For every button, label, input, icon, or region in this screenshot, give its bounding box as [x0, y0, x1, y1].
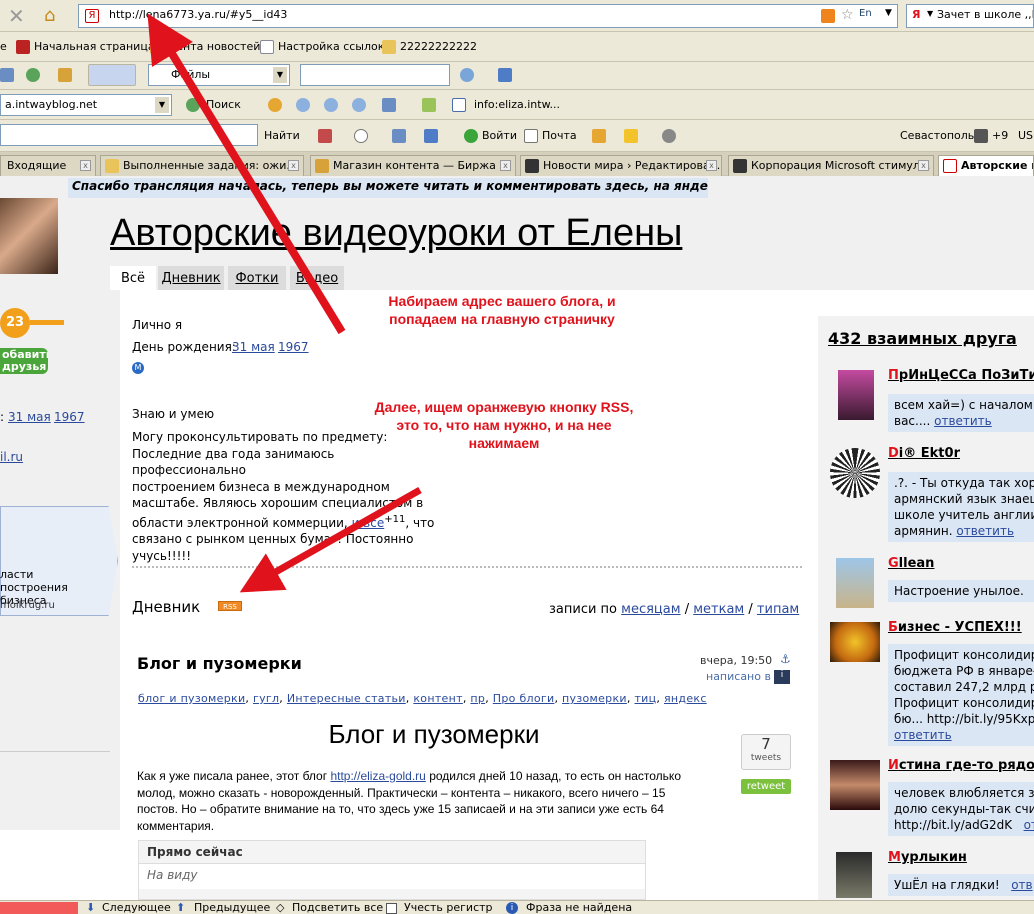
find-next-button[interactable]: Следующее	[102, 901, 171, 914]
arrow-to-rss	[239, 486, 422, 593]
info-icon: i	[506, 902, 518, 914]
highlight-all-button[interactable]: Подсветить все	[292, 901, 383, 914]
case-label: Учесть регистр	[404, 901, 493, 914]
highlight-icon: ◇	[276, 901, 285, 914]
find-input[interactable]	[0, 902, 78, 914]
case-checkbox[interactable]	[386, 903, 397, 914]
up-arrow-icon: ⬆	[176, 901, 186, 914]
arrow-to-address-bar	[147, 13, 346, 335]
find-bar: ⬇ Следующее ⬆ Предыдущее ◇ Подсветить вс…	[0, 900, 1034, 914]
not-found-label: Фраза не найдена	[526, 901, 633, 914]
down-arrow-icon: ⬇	[86, 901, 96, 914]
annotation-arrows	[147, 13, 422, 593]
find-prev-button[interactable]: Предыдущее	[194, 901, 270, 914]
